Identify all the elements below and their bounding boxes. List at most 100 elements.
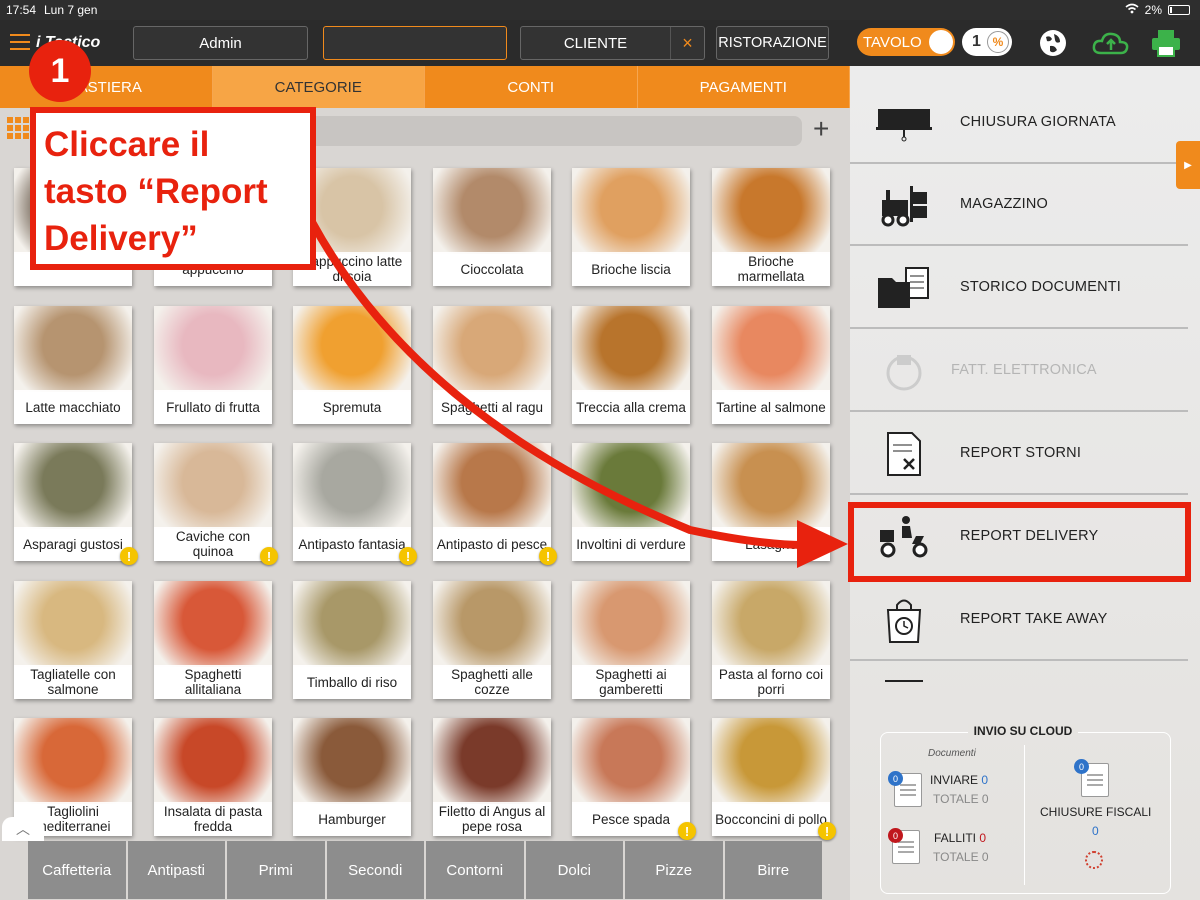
category-caffetteria[interactable]: Caffetteria xyxy=(28,841,126,899)
status-time: 17:54 xyxy=(6,3,37,17)
product-tile[interactable]: Hamburger xyxy=(293,718,411,836)
product-image xyxy=(154,443,272,529)
category-birre[interactable]: Birre xyxy=(724,841,822,899)
clear-cliente-icon[interactable]: × xyxy=(670,27,704,59)
product-tile[interactable]: Spremuta xyxy=(293,306,411,424)
annotation-highlight-report-delivery xyxy=(848,502,1191,582)
mode-button[interactable]: RISTORAZIONE xyxy=(716,26,829,60)
product-tile[interactable]: Filetto di Angus al pepe rosa xyxy=(433,718,551,836)
category-primi[interactable]: Primi xyxy=(227,841,325,899)
product-image xyxy=(293,581,411,667)
product-tile[interactable]: Bocconcini di pollo xyxy=(712,718,830,836)
warning-icon: ! xyxy=(678,822,696,840)
menu-report-storni[interactable]: REPORT STORNI xyxy=(850,413,1188,495)
product-tile[interactable]: Involtini di verdure xyxy=(572,443,690,561)
menu-storico-documenti[interactable]: STORICO DOCUMENTI xyxy=(850,247,1188,329)
category-dolci[interactable]: Dolci xyxy=(525,841,623,899)
product-name: Frullato di frutta xyxy=(154,390,272,424)
cloud-divider xyxy=(1024,745,1025,885)
product-tile[interactable]: Insalata di pasta fredda xyxy=(154,718,272,836)
product-tile[interactable]: Antipasto fantasia xyxy=(293,443,411,561)
coperti-counter[interactable]: 1 % xyxy=(962,28,1012,56)
category-contorni[interactable]: Contorni xyxy=(426,841,524,899)
product-tile[interactable]: Spaghetti al ragu xyxy=(433,306,551,424)
tab-pagamenti[interactable]: PAGAMENTI xyxy=(638,66,850,108)
menu-magazzino[interactable]: MAGAZZINO xyxy=(850,164,1188,246)
falliti-row: FALLITI 0 xyxy=(934,831,986,845)
falliti-label: FALLITI xyxy=(934,831,977,845)
product-image xyxy=(293,306,411,392)
product-image xyxy=(14,718,132,804)
forklift-icon xyxy=(876,180,932,230)
status-bar: 17:54 Lun 7 gen 2% xyxy=(0,0,1200,20)
product-name: Spaghetti al ragu xyxy=(433,390,551,424)
product-tile[interactable]: Spaghetti alle cozze xyxy=(433,581,551,699)
product-tile[interactable]: Pasta al forno coi porri xyxy=(712,581,830,699)
product-name: Spaghetti alle cozze xyxy=(433,665,551,699)
top-toolbar: i Tactico Admin CLIENTE × RISTORAZIONE T… xyxy=(0,20,1200,66)
warning-icon: ! xyxy=(539,547,557,565)
table-name-field[interactable] xyxy=(323,26,507,60)
category-secondi[interactable]: Secondi xyxy=(326,841,424,899)
product-image xyxy=(433,443,551,529)
product-tile[interactable]: Spaghetti allitaliana xyxy=(154,581,272,699)
product-tile[interactable]: Latte macchiato xyxy=(14,306,132,424)
product-name: Antipasto di pesce xyxy=(433,527,551,561)
product-image xyxy=(433,581,551,667)
tavolo-toggle[interactable]: TAVOLO xyxy=(857,28,955,56)
toggle-knob xyxy=(929,30,953,54)
menu-report-take-away[interactable]: REPORT TAKE AWAY xyxy=(850,579,1188,661)
shopping-bag-24h-icon xyxy=(876,595,932,645)
documenti-label: Documenti xyxy=(928,748,976,759)
user-button[interactable]: Admin xyxy=(133,26,308,60)
product-tile[interactable]: Tagliatelle con salmone xyxy=(14,581,132,699)
product-tile[interactable]: Tartine al salmone xyxy=(712,306,830,424)
category-pizze[interactable]: Pizze xyxy=(625,841,723,899)
next-item-peek xyxy=(885,680,923,682)
menu-icon[interactable] xyxy=(10,34,30,50)
product-tile[interactable]: Treccia alla crema xyxy=(572,306,690,424)
product-name: Treccia alla crema xyxy=(572,390,690,424)
category-bar: Caffetteria Antipasti Primi Secondi Cont… xyxy=(28,841,822,899)
product-tile[interactable]: Antipasto di pesce xyxy=(433,443,551,561)
product-tile[interactable]: Brioche liscia xyxy=(572,168,690,286)
product-tile[interactable]: Asparagi gustosi xyxy=(14,443,132,561)
product-name: Spaghetti ai gamberetti xyxy=(572,665,690,699)
menu-chiusura-giornata[interactable]: CHIUSURA GIORNATA xyxy=(850,82,1188,164)
product-tile[interactable]: Lasagne xyxy=(712,443,830,561)
tab-categorie[interactable]: CATEGORIE xyxy=(212,66,425,108)
cliente-field[interactable]: CLIENTE × xyxy=(520,26,705,60)
add-icon[interactable]: + xyxy=(813,114,829,144)
menu-label: STORICO DOCUMENTI xyxy=(960,279,1122,295)
product-tile[interactable]: Cioccolata xyxy=(433,168,551,286)
product-tile[interactable]: Frullato di frutta xyxy=(154,306,272,424)
inviare-row: INVIARE 0 xyxy=(930,773,988,787)
printer-icon[interactable] xyxy=(1149,28,1183,58)
tab-conti[interactable]: CONTI xyxy=(425,66,638,108)
totale-label: TOTALE xyxy=(933,792,979,806)
product-image xyxy=(14,443,132,529)
cloud-title: INVIO SU CLOUD xyxy=(968,724,1078,738)
battery-icon xyxy=(1168,5,1190,15)
cloud-upload-icon[interactable] xyxy=(1091,28,1131,58)
product-image xyxy=(572,306,690,392)
inviare-badge: 0 xyxy=(888,771,903,786)
globe-icon[interactable] xyxy=(1036,28,1070,58)
tavolo-label: TAVOLO xyxy=(863,33,922,51)
product-tile[interactable]: Pesce spada xyxy=(572,718,690,836)
chevron-up-icon[interactable]: ︿ xyxy=(2,817,44,841)
menu-label: CHIUSURA GIORNATA xyxy=(960,114,1116,130)
totale-value: 0 xyxy=(981,792,989,806)
product-tile[interactable]: Caviche con quinoa xyxy=(154,443,272,561)
product-image xyxy=(154,306,272,392)
percent-icon[interactable]: % xyxy=(987,31,1009,53)
product-tile[interactable]: Timballo di riso xyxy=(293,581,411,699)
warning-icon: ! xyxy=(818,822,836,840)
chiusure-value: 0 xyxy=(1092,824,1099,838)
panel-collapse-tab[interactable]: ▶ xyxy=(1176,141,1200,189)
product-tile[interactable]: Spaghetti ai gamberetti xyxy=(572,581,690,699)
grid-view-icon[interactable] xyxy=(7,117,29,139)
product-image xyxy=(14,306,132,392)
category-antipasti[interactable]: Antipasti xyxy=(127,841,225,899)
product-tile[interactable]: Brioche marmellata xyxy=(712,168,830,286)
